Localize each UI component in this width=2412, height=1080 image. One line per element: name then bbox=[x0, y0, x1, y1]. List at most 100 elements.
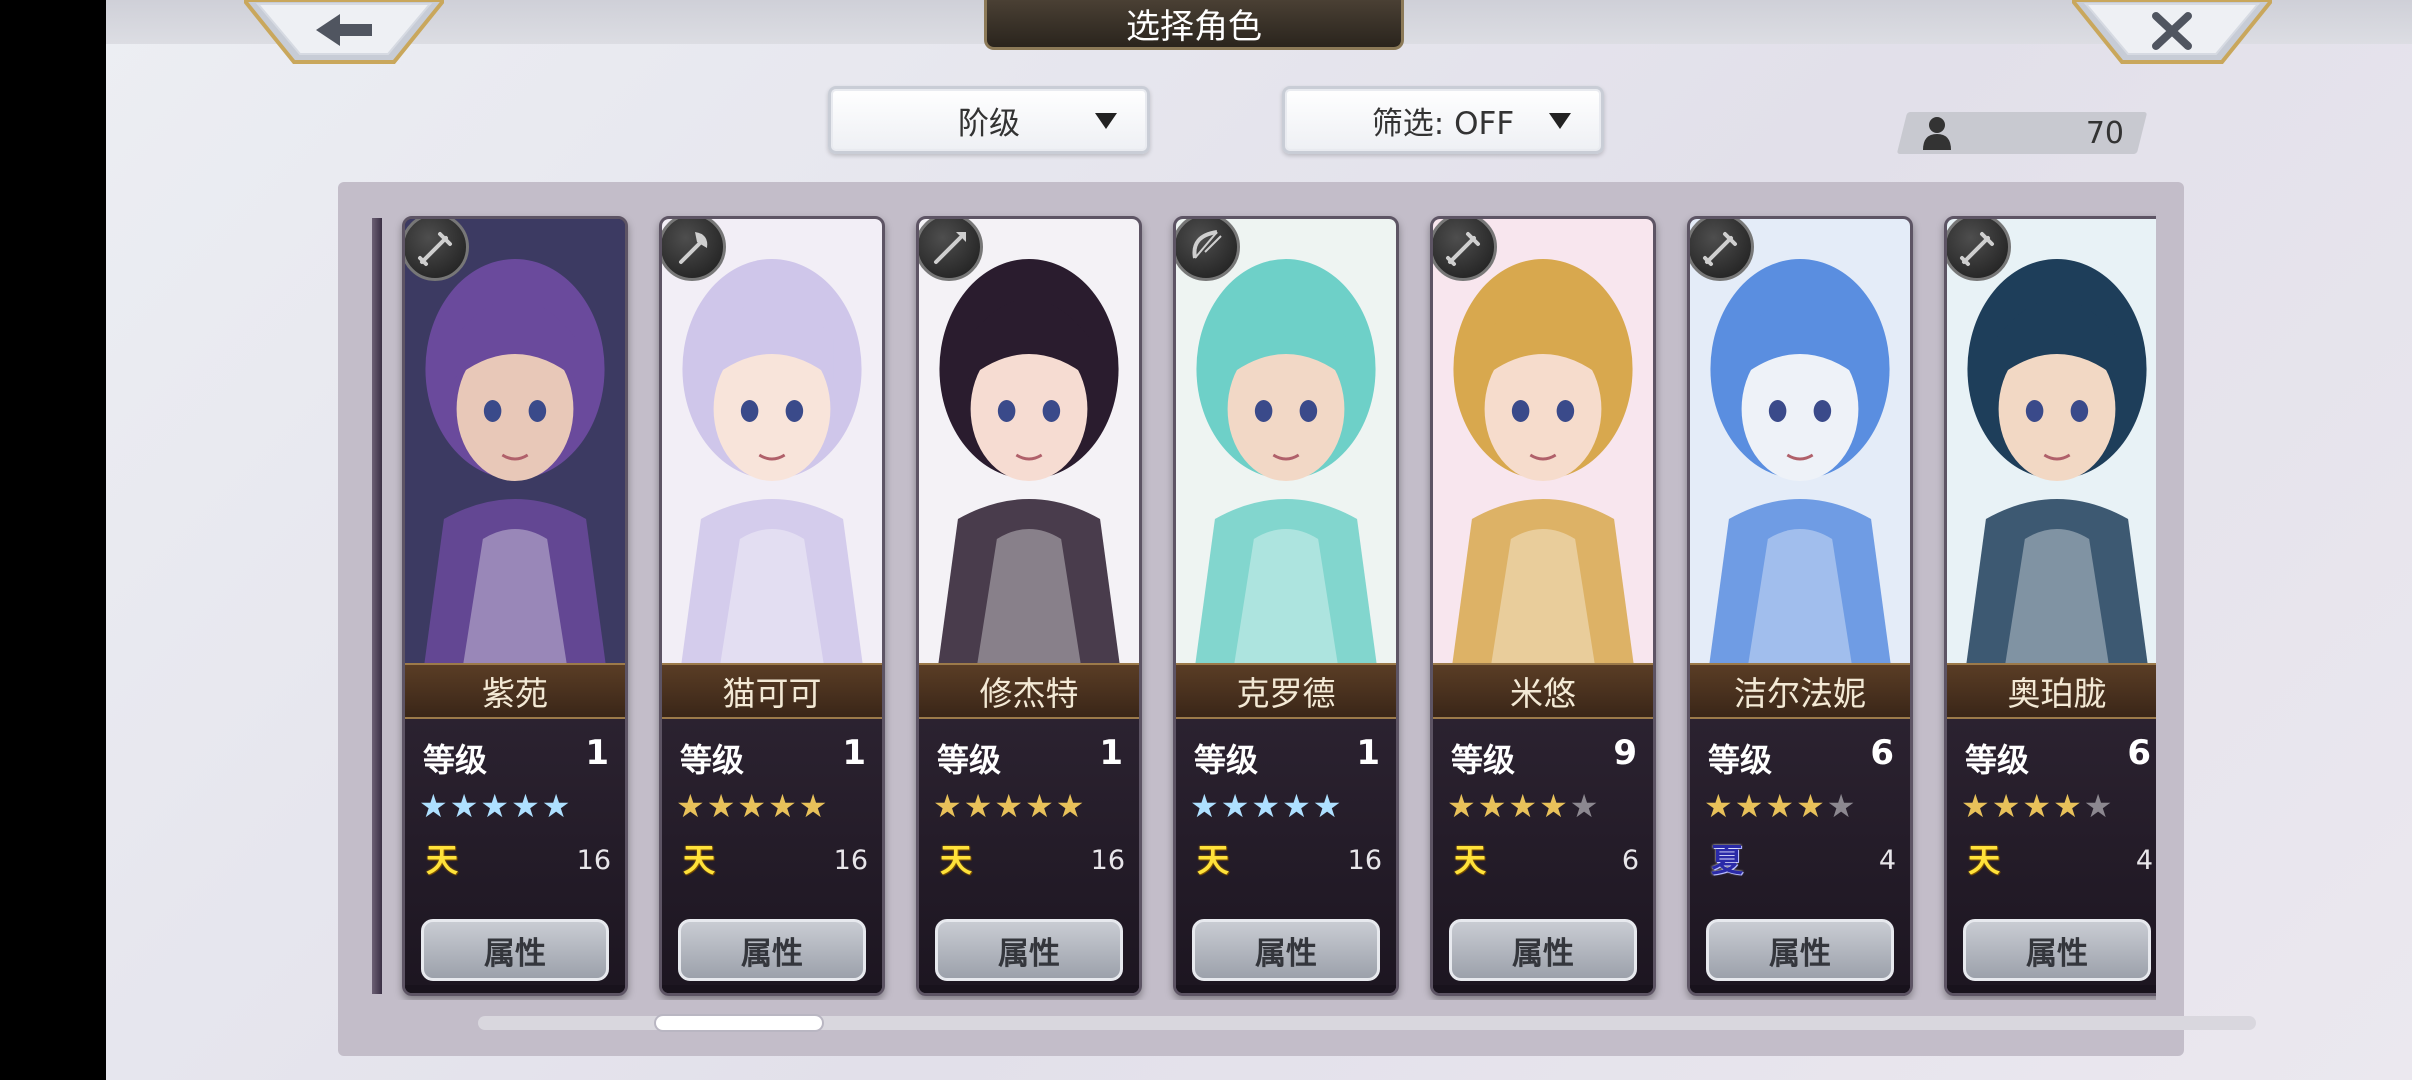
element-icon: 天 bbox=[682, 841, 715, 879]
character-card[interactable]: 克罗德 等级 1 ★★★★★ 天 16 属性 bbox=[1173, 216, 1399, 996]
level-label: 等级 bbox=[1194, 741, 1259, 779]
close-button[interactable] bbox=[2069, 0, 2275, 66]
star-icon: ★ bbox=[768, 787, 799, 825]
star-icon: ★ bbox=[1704, 787, 1735, 825]
attribute-button[interactable]: 属性 bbox=[678, 919, 866, 981]
star-icon: ★ bbox=[1961, 787, 1992, 825]
level-value: 1 bbox=[1099, 733, 1123, 773]
rarity-stars: ★★★★★ bbox=[1704, 787, 1857, 825]
rarity-stars: ★★★★★ bbox=[676, 787, 829, 825]
sword-icon bbox=[1947, 219, 2011, 281]
character-card[interactable]: 奥珀胧 等级 6 ★★★★★ 天 4 属性 bbox=[1944, 216, 2156, 996]
sword-icon bbox=[1690, 219, 1754, 281]
star-icon: ★ bbox=[1508, 787, 1540, 825]
card-footer bbox=[1176, 985, 1396, 993]
rarity-stars: ★★★★★ bbox=[933, 787, 1086, 825]
element-count: 16 bbox=[833, 845, 868, 876]
chevron-down-icon bbox=[1549, 113, 1571, 129]
character-card[interactable]: 紫苑 等级 1 ★★★★★ 天 16 属性 bbox=[402, 216, 628, 996]
level-label: 等级 bbox=[1708, 741, 1773, 779]
level-label: 等级 bbox=[1965, 741, 2030, 779]
star-icon: ★ bbox=[1477, 787, 1509, 825]
level-label: 等级 bbox=[423, 741, 488, 779]
character-stats: 等级 1 ★★★★★ 天 16 属性 bbox=[405, 719, 625, 993]
element-count: 16 bbox=[1090, 845, 1125, 876]
star-icon: ★ bbox=[933, 787, 964, 825]
attribute-button[interactable]: 属性 bbox=[1706, 919, 1894, 981]
character-name: 奥珀胧 bbox=[1947, 663, 2156, 719]
attribute-button[interactable]: 属性 bbox=[1192, 919, 1380, 981]
rank-sort-dropdown[interactable]: 阶级 bbox=[828, 86, 1150, 154]
character-list[interactable]: 紫苑 等级 1 ★★★★★ 天 16 属性 猫可可 等级 1 ★★★★★ 天 1… bbox=[372, 200, 2156, 1000]
close-x-icon bbox=[2069, 0, 2275, 64]
level-value: 1 bbox=[842, 733, 866, 773]
character-card[interactable]: 修杰特 等级 1 ★★★★★ 天 16 属性 bbox=[916, 216, 1142, 996]
card-footer bbox=[1433, 985, 1653, 993]
sword-icon bbox=[405, 219, 469, 281]
star-icon: ★ bbox=[2053, 787, 2084, 825]
character-name: 克罗德 bbox=[1176, 663, 1396, 719]
star-icon: ★ bbox=[1190, 787, 1221, 825]
character-card[interactable]: 米悠 等级 9 ★★★★★ 天 6 属性 bbox=[1430, 216, 1656, 996]
character-name: 猫可可 bbox=[662, 663, 882, 719]
element-icon: 天 bbox=[1967, 841, 2000, 879]
character-portrait bbox=[405, 219, 625, 663]
attribute-button[interactable]: 属性 bbox=[1963, 919, 2151, 981]
bow-icon bbox=[1176, 219, 1240, 281]
back-button[interactable] bbox=[241, 0, 447, 66]
filter-dropdown[interactable]: 筛选: OFF bbox=[1282, 86, 1604, 154]
element-count: 4 bbox=[1878, 845, 1896, 876]
star-icon: ★ bbox=[676, 787, 707, 825]
star-icon: ★ bbox=[1055, 787, 1087, 825]
person-icon bbox=[1923, 117, 1951, 150]
rarity-stars: ★★★★★ bbox=[1447, 787, 1600, 825]
rank-sort-label: 阶级 bbox=[958, 105, 1020, 142]
character-stats: 等级 1 ★★★★★ 天 16 属性 bbox=[919, 719, 1139, 993]
previous-card-edge bbox=[372, 218, 382, 994]
character-stats: 等级 6 ★★★★★ 夏 4 属性 bbox=[1690, 719, 1910, 993]
character-name: 洁尔法妮 bbox=[1690, 663, 1910, 719]
attribute-button[interactable]: 属性 bbox=[421, 919, 609, 981]
star-icon: ★ bbox=[737, 787, 769, 825]
scrollbar-thumb[interactable] bbox=[654, 1014, 824, 1032]
level-value: 6 bbox=[1870, 733, 1894, 773]
character-card[interactable]: 洁尔法妮 等级 6 ★★★★★ 夏 4 属性 bbox=[1687, 216, 1913, 996]
star-icon: ★ bbox=[798, 787, 830, 825]
star-icon: ★ bbox=[541, 787, 573, 825]
character-stats: 等级 9 ★★★★★ 天 6 属性 bbox=[1433, 719, 1653, 993]
card-footer bbox=[405, 985, 625, 993]
arrow-left-icon bbox=[241, 0, 447, 64]
card-footer bbox=[919, 985, 1139, 993]
element-count: 6 bbox=[1621, 845, 1639, 876]
star-icon: ★ bbox=[1025, 787, 1056, 825]
page-title: 选择角色 bbox=[984, 0, 1404, 50]
character-card[interactable]: 猫可可 等级 1 ★★★★★ 天 16 属性 bbox=[659, 216, 885, 996]
attribute-button[interactable]: 属性 bbox=[1449, 919, 1637, 981]
star-icon: ★ bbox=[706, 787, 738, 825]
star-icon: ★ bbox=[1734, 787, 1766, 825]
character-stats: 等级 6 ★★★★★ 天 4 属性 bbox=[1947, 719, 2156, 993]
level-value: 9 bbox=[1613, 733, 1637, 773]
element-count: 16 bbox=[1347, 845, 1382, 876]
level-label: 等级 bbox=[937, 741, 1002, 779]
star-icon: ★ bbox=[1312, 787, 1344, 825]
level-value: 6 bbox=[2127, 733, 2151, 773]
star-icon: ★ bbox=[963, 787, 995, 825]
star-icon: ★ bbox=[1991, 787, 2023, 825]
character-name: 紫苑 bbox=[405, 663, 625, 719]
character-name: 修杰特 bbox=[919, 663, 1139, 719]
character-portrait bbox=[662, 219, 882, 663]
star-icon: ★ bbox=[419, 787, 450, 825]
level-label: 等级 bbox=[680, 741, 745, 779]
card-footer bbox=[1947, 985, 2156, 993]
character-portrait bbox=[919, 219, 1139, 663]
star-icon: ★ bbox=[511, 787, 542, 825]
character-portrait bbox=[1176, 219, 1396, 663]
star-icon: ★ bbox=[2083, 787, 2115, 825]
character-stats: 等级 1 ★★★★★ 天 16 属性 bbox=[1176, 719, 1396, 993]
element-icon: 天 bbox=[425, 841, 458, 879]
attribute-button[interactable]: 属性 bbox=[935, 919, 1123, 981]
card-footer bbox=[1690, 985, 1910, 993]
character-count: 70 bbox=[1916, 112, 2130, 154]
star-icon: ★ bbox=[1539, 787, 1570, 825]
